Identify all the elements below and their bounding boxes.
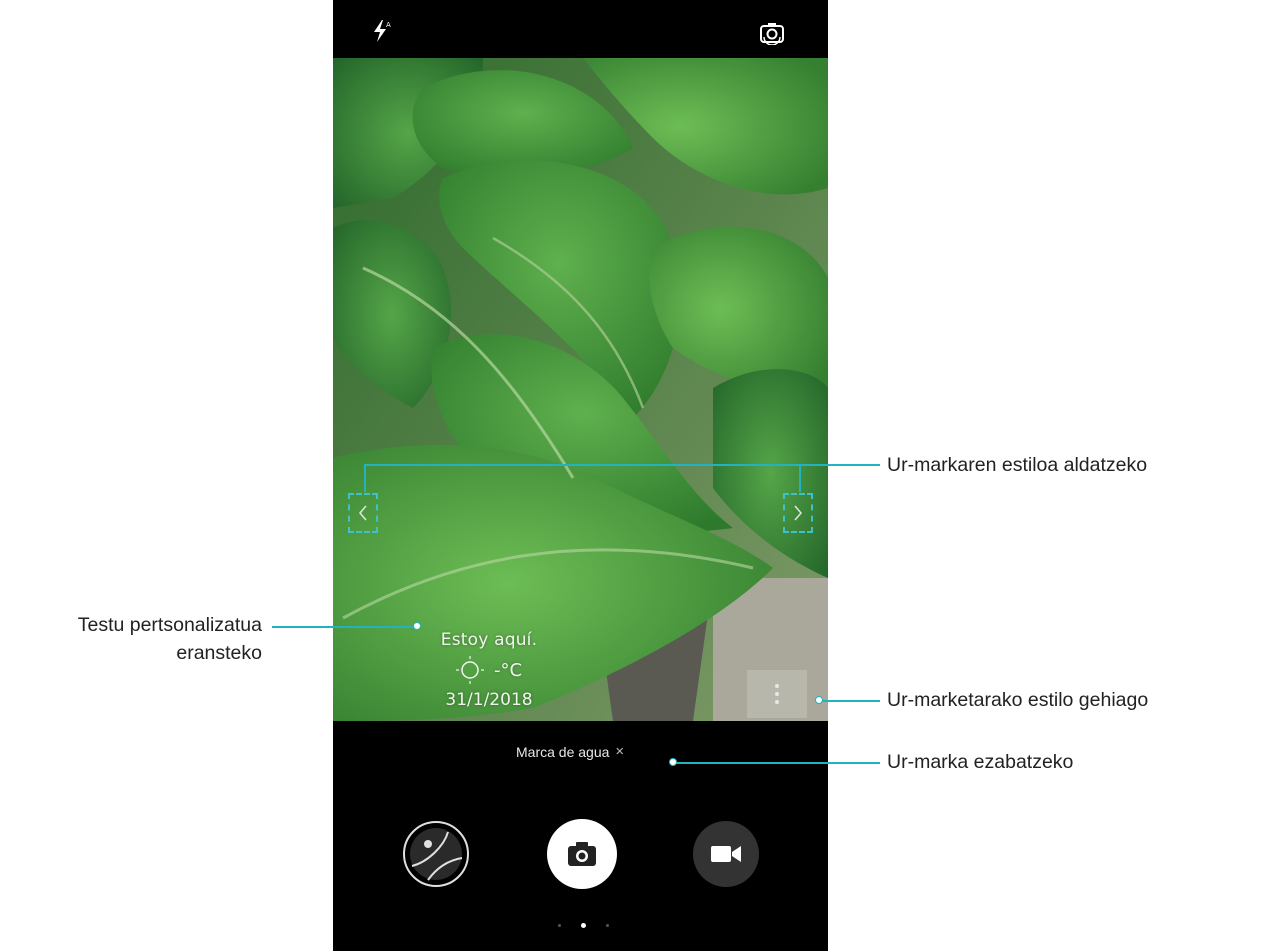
more-vertical-icon bbox=[775, 684, 779, 704]
callout-more-styles: Ur-marketarako estilo gehiago bbox=[887, 689, 1149, 711]
camera-shutter-button[interactable] bbox=[547, 819, 617, 889]
callout-point-custom-text bbox=[413, 622, 421, 630]
watermark-overlay[interactable]: Estoy aquí. -°C 31/1/2018 bbox=[389, 630, 589, 710]
callout-line-style bbox=[364, 464, 880, 466]
flash-auto-icon[interactable]: A bbox=[367, 16, 397, 46]
camera-screen: A Estoy aquí. -°C 31/1/2018 Marca de agu… bbox=[333, 0, 828, 951]
watermark-chip: Marca de agua × bbox=[516, 743, 624, 760]
callout-point-more-styles bbox=[815, 696, 823, 704]
callout-delete: Ur-marka ezabatzeko bbox=[887, 751, 1074, 773]
watermark-weather: -°C bbox=[389, 656, 589, 684]
callout-change-style: Ur-markaren estiloa aldatzeko bbox=[887, 454, 1148, 476]
camera-controls: Marca de agua × bbox=[333, 721, 828, 951]
plant-photo bbox=[333, 58, 828, 721]
callout-line-more-styles bbox=[820, 700, 880, 702]
gallery-thumbnail-icon[interactable] bbox=[403, 821, 469, 887]
callout-line-delete bbox=[674, 762, 880, 764]
callout-line-style-right bbox=[799, 464, 801, 492]
camera-shutter-icon bbox=[568, 842, 596, 866]
sun-icon bbox=[455, 656, 484, 684]
more-watermark-styles-button[interactable] bbox=[747, 670, 807, 718]
page-dot-active bbox=[581, 923, 586, 928]
prev-watermark-style-button[interactable] bbox=[348, 493, 378, 533]
page-dot bbox=[606, 924, 609, 927]
watermark-place-text[interactable]: Estoy aquí. bbox=[389, 630, 589, 650]
callout-line-custom-text bbox=[272, 626, 418, 628]
chevron-right-icon bbox=[794, 505, 802, 521]
page-dot bbox=[558, 924, 561, 927]
callout-line-style-left bbox=[364, 464, 366, 492]
camera-viewfinder[interactable]: Estoy aquí. -°C 31/1/2018 bbox=[333, 58, 828, 721]
mode-page-indicator bbox=[558, 923, 609, 928]
switch-camera-icon[interactable] bbox=[757, 18, 787, 48]
callout-custom-text-line1: Testu pertsonalizatua bbox=[77, 614, 262, 636]
close-watermark-icon[interactable]: × bbox=[615, 743, 624, 760]
callout-custom-text-line2: eransteko bbox=[176, 642, 262, 664]
callout-point-delete bbox=[669, 758, 677, 766]
watermark-date: 31/1/2018 bbox=[445, 690, 533, 710]
svg-text:A: A bbox=[386, 21, 391, 29]
watermark-chip-label: Marca de agua bbox=[516, 743, 610, 760]
video-camera-icon bbox=[711, 846, 741, 862]
chevron-left-icon bbox=[359, 505, 367, 521]
watermark-temperature: -°C bbox=[493, 659, 523, 681]
next-watermark-style-button[interactable] bbox=[783, 493, 813, 533]
video-mode-button[interactable] bbox=[693, 821, 759, 887]
callout-custom-text: Testu pertsonalizatua eransteko bbox=[10, 611, 262, 667]
top-toolbar: A bbox=[333, 0, 828, 58]
